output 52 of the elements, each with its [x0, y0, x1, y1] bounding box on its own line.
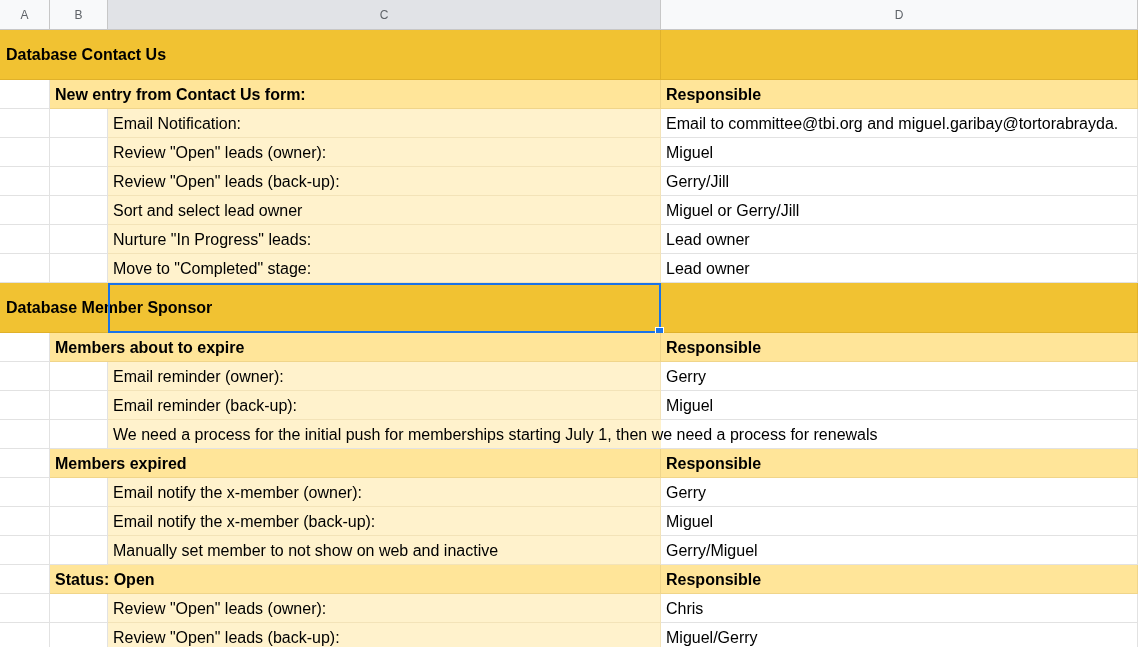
- group-title: Status: Open: [55, 571, 155, 589]
- assignee-text: Miguel: [666, 513, 714, 531]
- task-label: Review "Open" leads (owner):: [113, 144, 327, 162]
- empty-cell: [0, 507, 50, 536]
- assignee-text: Miguel: [666, 397, 714, 415]
- empty-cell: [0, 138, 50, 167]
- column-header[interactable]: C: [108, 0, 661, 30]
- assignee-text: Chris: [666, 600, 704, 618]
- task-label: Review "Open" leads (back-up):: [113, 629, 340, 647]
- task-label: Move to "Completed" stage:: [113, 260, 312, 278]
- responsible-label: Responsible: [666, 571, 762, 589]
- assignee-text: Gerry/Jill: [666, 173, 730, 191]
- empty-cell: [0, 536, 50, 565]
- empty-cell: [0, 594, 50, 623]
- assignee-text: Gerry: [666, 368, 706, 386]
- assignee-text: Miguel/Gerry: [666, 629, 758, 647]
- column-header[interactable]: B: [50, 0, 108, 30]
- column-header[interactable]: A: [0, 0, 50, 30]
- task-label: Email reminder (back-up):: [113, 397, 298, 415]
- group-title: Members expired: [55, 455, 187, 473]
- group-title: New entry from Contact Us form:: [55, 86, 306, 104]
- responsible-label: Responsible: [666, 86, 762, 104]
- group-title: Members about to expire: [55, 339, 245, 357]
- column-header[interactable]: D: [661, 0, 1138, 30]
- task-label: Email reminder (owner):: [113, 368, 284, 386]
- empty-cell: [0, 478, 50, 507]
- empty-cell: [0, 391, 50, 420]
- empty-cell: [0, 420, 50, 449]
- task-label: Nurture "In Progress" leads:: [113, 231, 312, 249]
- task-label: Review "Open" leads (back-up):: [113, 173, 340, 191]
- assignee-text: Gerry/Miguel: [666, 542, 758, 560]
- assignee-text: Gerry: [666, 484, 706, 502]
- assignee-text: Miguel or Gerry/Jill: [666, 202, 800, 220]
- assignee-text: Lead owner: [666, 260, 750, 278]
- assignee-text: Miguel: [666, 144, 714, 162]
- empty-cell: [0, 167, 50, 196]
- assignee-text: Email to committee@tbi.org and miguel.garibay@tortorabrayda.: [666, 115, 1119, 133]
- task-label: Manually set member to not show on web and inactive: [113, 542, 499, 560]
- responsible-label: Responsible: [666, 455, 762, 473]
- task-label: Sort and select lead owner: [113, 202, 303, 220]
- task-label: Review "Open" leads (owner):: [113, 600, 327, 618]
- responsible-label: Responsible: [666, 339, 762, 357]
- empty-cell: [0, 362, 50, 391]
- assignee-text: Lead owner: [666, 231, 750, 249]
- task-label: Email notify the x-member (owner):: [113, 484, 362, 502]
- empty-cell: [0, 225, 50, 254]
- task-label: Email Notification:: [113, 115, 242, 133]
- task-label: Email notify the x-member (back-up):: [113, 513, 376, 531]
- empty-cell: [0, 196, 50, 225]
- note-text: We need a process for the initial push for memberships starting July 1, then we need a process for renewals: [113, 426, 878, 444]
- empty-cell: [0, 109, 50, 138]
- section-title: Database Contact Us: [6, 45, 167, 64]
